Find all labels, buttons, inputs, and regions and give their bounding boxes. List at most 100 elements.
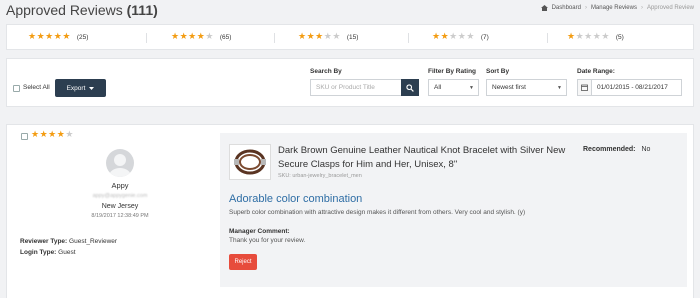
calendar-icon[interactable] bbox=[577, 79, 592, 96]
sort-by-label: Sort By bbox=[486, 68, 510, 75]
reject-button[interactable]: Reject bbox=[229, 254, 257, 270]
login-type-label: Login Type: bbox=[20, 249, 57, 256]
avatar bbox=[106, 149, 134, 177]
star-empty-icon: ★ bbox=[205, 32, 214, 42]
sort-select[interactable]: Newest first ▼ bbox=[486, 79, 567, 96]
review-text: Superb color combination with attractive… bbox=[229, 209, 526, 216]
review-card: ★★★★★ Appy appy@appygenie.com New Jersey… bbox=[6, 124, 694, 298]
date-range-label: Date Range: bbox=[577, 68, 615, 75]
search-input[interactable]: SKU or Product Title bbox=[310, 79, 402, 96]
rating-count: (5) bbox=[615, 33, 624, 41]
search-by-label: Search By bbox=[310, 68, 342, 75]
calendar-glyph bbox=[581, 84, 588, 91]
reviewer-name: Appy bbox=[111, 181, 129, 190]
breadcrumb-dashboard[interactable]: Dashboard bbox=[552, 5, 581, 11]
star-filled-icon: ★ bbox=[306, 32, 316, 42]
caret-down-icon: ▼ bbox=[557, 85, 562, 91]
star-filled-icon: ★ bbox=[62, 32, 71, 42]
star-filled-icon: ★ bbox=[440, 32, 450, 42]
star-filled-icon: ★ bbox=[39, 130, 49, 140]
review-rating-stars: ★★★★★ bbox=[31, 130, 74, 140]
breadcrumb: Dashboard › Manage Reviews › Approved Re… bbox=[540, 5, 694, 11]
search-icon bbox=[406, 83, 414, 92]
bracelet-image bbox=[234, 149, 266, 175]
rating-stars: ★★★★★ bbox=[28, 32, 71, 42]
rating-count: (25) bbox=[76, 33, 89, 41]
search-button[interactable] bbox=[401, 79, 419, 96]
review-total-count: (111) bbox=[126, 2, 158, 18]
star-empty-icon: ★ bbox=[584, 32, 593, 42]
export-label: Export bbox=[66, 84, 86, 92]
caret-down-icon bbox=[89, 86, 95, 90]
star-filled-icon: ★ bbox=[432, 32, 441, 42]
star-filled-icon: ★ bbox=[567, 32, 576, 42]
date-range-input[interactable]: 01/01/2015 - 08/21/2017 bbox=[591, 79, 682, 96]
star-empty-icon: ★ bbox=[65, 130, 74, 140]
rating-filter-2[interactable]: ★★★★★ (7) bbox=[432, 32, 489, 42]
review-title: Adorable color combination bbox=[229, 193, 363, 205]
breadcrumb-separator: › bbox=[640, 5, 643, 11]
breadcrumb-current: Approved Review bbox=[646, 5, 694, 11]
rating-summary: ★★★★★ (25) ★★★★★ (65) ★★★★★ (15) ★★★★★ (… bbox=[6, 24, 694, 50]
product-title[interactable]: Dark Brown Genuine Leather Nautical Knot… bbox=[278, 144, 568, 172]
divider bbox=[274, 33, 275, 43]
rating-filter-3[interactable]: ★★★★★ (15) bbox=[298, 32, 358, 42]
select-all-label[interactable]: Select All bbox=[23, 84, 50, 91]
rating-filter-5[interactable]: ★★★★★ (25) bbox=[28, 32, 88, 42]
product-sku: SKU: urban-jewelry_bracelet_men bbox=[278, 173, 362, 179]
star-filled-icon: ★ bbox=[188, 32, 197, 42]
star-filled-icon: ★ bbox=[179, 32, 189, 42]
rating-select[interactable]: All ▼ bbox=[428, 79, 479, 96]
rating-count: (15) bbox=[346, 33, 359, 41]
rating-stars: ★★★★★ bbox=[171, 32, 214, 42]
recommended-value: No bbox=[641, 146, 651, 153]
manager-comment-label: Manager Comment: bbox=[229, 228, 290, 235]
star-empty-icon: ★ bbox=[575, 32, 585, 42]
login-type: Login Type: Guest bbox=[20, 249, 76, 256]
select-all-checkbox[interactable] bbox=[13, 85, 20, 92]
reviewer-type: Reviewer Type: Guest_Reviewer bbox=[20, 238, 117, 245]
rating-stars: ★★★★★ bbox=[567, 32, 610, 42]
page-title: Approved Reviews (111) bbox=[6, 2, 158, 18]
product-image[interactable] bbox=[229, 144, 271, 180]
review-detail: Dark Brown Genuine Leather Nautical Knot… bbox=[220, 133, 687, 287]
caret-down-icon: ▼ bbox=[469, 85, 474, 91]
breadcrumb-separator: › bbox=[584, 5, 587, 11]
rating-count: (7) bbox=[480, 33, 489, 41]
rating-filter-1[interactable]: ★★★★★ (5) bbox=[567, 32, 624, 42]
manager-comment: Thank you for your review. bbox=[229, 237, 306, 244]
recommended: Recommended: No bbox=[583, 146, 650, 153]
star-filled-icon: ★ bbox=[45, 32, 54, 42]
dashboard-icon bbox=[540, 5, 548, 11]
star-filled-icon: ★ bbox=[48, 130, 57, 140]
star-empty-icon: ★ bbox=[449, 32, 458, 42]
filter-rating-label: Filter By Rating bbox=[428, 68, 477, 75]
review-date: 8/19/2017 12:38:49 PM bbox=[91, 213, 149, 219]
reviewer-type-label: Reviewer Type: bbox=[20, 238, 68, 245]
divider bbox=[547, 33, 548, 43]
recommended-label: Recommended: bbox=[583, 146, 636, 153]
reviewer-email: appy@appygenie.com bbox=[92, 193, 148, 199]
rating-select-value: All bbox=[434, 84, 442, 91]
star-filled-icon: ★ bbox=[28, 32, 37, 42]
reviewer-type-value: Guest_Reviewer bbox=[69, 238, 118, 245]
rating-count: (65) bbox=[219, 33, 232, 41]
rating-stars: ★★★★★ bbox=[298, 32, 341, 42]
star-filled-icon: ★ bbox=[298, 32, 307, 42]
filter-bar: Select All Export Search By SKU or Produ… bbox=[6, 58, 694, 107]
breadcrumb-manage-reviews[interactable]: Manage Reviews bbox=[591, 5, 637, 11]
login-type-value: Guest bbox=[58, 249, 76, 256]
sort-select-value: Newest first bbox=[492, 84, 526, 91]
star-filled-icon: ★ bbox=[171, 32, 180, 42]
star-filled-icon: ★ bbox=[31, 130, 40, 140]
divider bbox=[408, 33, 409, 43]
star-filled-icon: ★ bbox=[315, 32, 324, 42]
reviewer-location: New Jersey bbox=[101, 203, 139, 210]
star-empty-icon: ★ bbox=[332, 32, 341, 42]
divider bbox=[146, 33, 147, 43]
export-button[interactable]: Export bbox=[55, 79, 106, 97]
review-select-checkbox[interactable] bbox=[21, 133, 28, 140]
star-empty-icon: ★ bbox=[466, 32, 475, 42]
rating-stars: ★★★★★ bbox=[432, 32, 475, 42]
rating-filter-4[interactable]: ★★★★★ (65) bbox=[171, 32, 231, 42]
